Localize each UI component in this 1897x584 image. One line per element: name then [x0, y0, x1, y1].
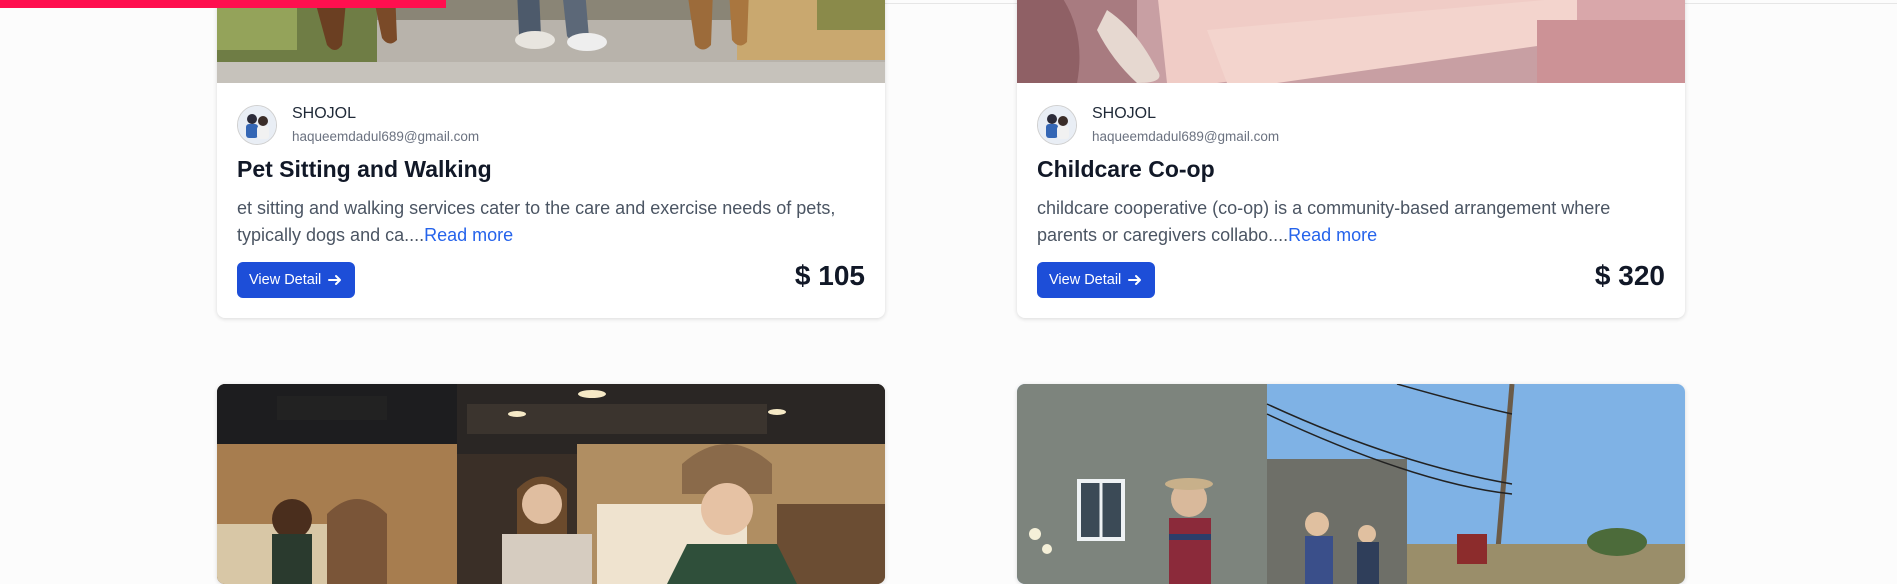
- view-detail-label: View Detail: [249, 272, 322, 288]
- service-price: $ 320: [1594, 260, 1665, 291]
- service-title: Pet Sitting and Walking: [237, 156, 492, 182]
- service-image: [217, 0, 885, 83]
- service-image: [1017, 384, 1685, 584]
- page-progress-bar: [0, 0, 446, 8]
- service-description: childcare cooperative (co-op) is a commu…: [1037, 195, 1667, 249]
- service-card: SHOJOL haqueemdadul689@gmail.com Pet Sit…: [217, 0, 885, 318]
- arrow-right-icon: [1127, 272, 1143, 288]
- service-title: Childcare Co-op: [1037, 156, 1215, 182]
- read-more-link[interactable]: Read more: [424, 225, 513, 245]
- author-avatar: [1037, 105, 1077, 145]
- service-card: [1017, 384, 1685, 584]
- arrow-right-icon: [327, 272, 343, 288]
- author-name: SHOJOL: [1092, 105, 1157, 122]
- service-price: $ 105: [794, 260, 865, 291]
- author-email: haqueemdadul689@gmail.com: [1092, 129, 1280, 144]
- view-detail-button[interactable]: View Detail: [1037, 262, 1156, 298]
- author-email: haqueemdadul689@gmail.com: [292, 129, 480, 144]
- service-card: [217, 384, 885, 584]
- view-detail-button[interactable]: View Detail: [237, 262, 356, 298]
- service-description: et sitting and walking services cater to…: [237, 195, 867, 249]
- service-card: SHOJOL haqueemdadul689@gmail.com Childca…: [1017, 0, 1685, 318]
- service-image: [217, 384, 885, 584]
- read-more-link[interactable]: Read more: [1288, 225, 1377, 245]
- view-detail-label: View Detail: [1049, 272, 1122, 288]
- author-name: SHOJOL: [292, 105, 357, 122]
- author-avatar: [237, 105, 277, 145]
- service-image: [1017, 0, 1685, 83]
- service-description-text: et sitting and walking services cater to…: [237, 198, 836, 245]
